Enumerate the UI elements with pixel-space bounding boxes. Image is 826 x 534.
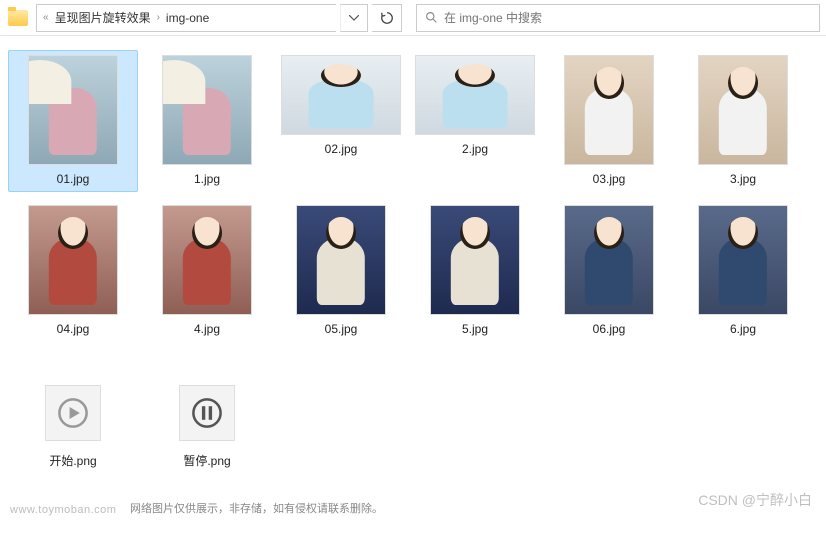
file-label: 5.jpg (458, 321, 492, 337)
image-thumbnail (162, 205, 252, 315)
file-label: 6.jpg (726, 321, 760, 337)
play-icon-thumbnail (45, 385, 101, 441)
file-label: 1.jpg (190, 171, 224, 187)
toolbar: « 呈现图片旋转效果 › img-one (0, 0, 826, 36)
breadcrumb-seg-1[interactable]: 呈现图片旋转效果 (55, 9, 151, 26)
file-grid: 01.jpg 1.jpg 02.jpg 2.jpg 03.jpg 3.jpg 04.jpg 4… (0, 36, 826, 489)
watermark-right: CSDN @宁醉小白 (698, 490, 812, 510)
image-thumbnail (28, 205, 118, 315)
search-icon (425, 11, 438, 24)
image-thumbnail (415, 55, 535, 135)
image-thumbnail (564, 205, 654, 315)
file-item[interactable]: 暂停.png (142, 350, 272, 475)
breadcrumb-seg-2[interactable]: img-one (166, 11, 209, 25)
watermark-left: www.toymoban.com (10, 504, 116, 516)
chevron-right-icon: › (157, 12, 160, 23)
file-label: 3.jpg (726, 171, 760, 187)
file-label: 暂停.png (179, 451, 234, 470)
image-thumbnail (564, 55, 654, 165)
file-label: 02.jpg (321, 141, 362, 157)
refresh-button[interactable] (372, 4, 402, 32)
file-label: 01.jpg (53, 171, 94, 187)
file-item[interactable]: 04.jpg (8, 200, 138, 342)
file-label: 05.jpg (321, 321, 362, 337)
image-thumbnail (162, 55, 252, 165)
image-thumbnail (28, 55, 118, 165)
file-item[interactable]: 4.jpg (142, 200, 272, 342)
pause-icon-thumbnail (179, 385, 235, 441)
search-input[interactable] (444, 11, 811, 25)
file-item[interactable]: 06.jpg (544, 200, 674, 342)
file-item[interactable]: 01.jpg (8, 50, 138, 192)
image-thumbnail (698, 55, 788, 165)
breadcrumb[interactable]: « 呈现图片旋转效果 › img-one (36, 4, 336, 32)
folder-icon (8, 10, 28, 26)
image-thumbnail (430, 205, 520, 315)
file-label: 4.jpg (190, 321, 224, 337)
file-label: 06.jpg (589, 321, 630, 337)
refresh-icon (380, 11, 394, 25)
image-thumbnail (296, 205, 386, 315)
file-label: 2.jpg (458, 141, 492, 157)
footer-text: 网络图片仅供展示，非存储，如有侵权请联系删除。 (130, 500, 383, 516)
image-thumbnail (281, 55, 401, 135)
file-item[interactable]: 开始.png (8, 350, 138, 475)
chevron-down-icon (349, 15, 359, 21)
file-item[interactable]: 03.jpg (544, 50, 674, 192)
search-box[interactable] (416, 4, 820, 32)
file-item[interactable]: 1.jpg (142, 50, 272, 192)
breadcrumb-prefix: « (43, 12, 49, 23)
file-item[interactable]: 3.jpg (678, 50, 808, 192)
file-item[interactable]: 6.jpg (678, 200, 808, 342)
file-label: 04.jpg (53, 321, 94, 337)
file-label: 开始.png (45, 451, 100, 470)
file-label: 03.jpg (589, 171, 630, 187)
file-item[interactable]: 5.jpg (410, 200, 540, 342)
image-thumbnail (698, 205, 788, 315)
file-item[interactable]: 02.jpg (276, 50, 406, 192)
breadcrumb-dropdown[interactable] (340, 4, 368, 32)
file-item[interactable]: 05.jpg (276, 200, 406, 342)
file-item[interactable]: 2.jpg (410, 50, 540, 192)
